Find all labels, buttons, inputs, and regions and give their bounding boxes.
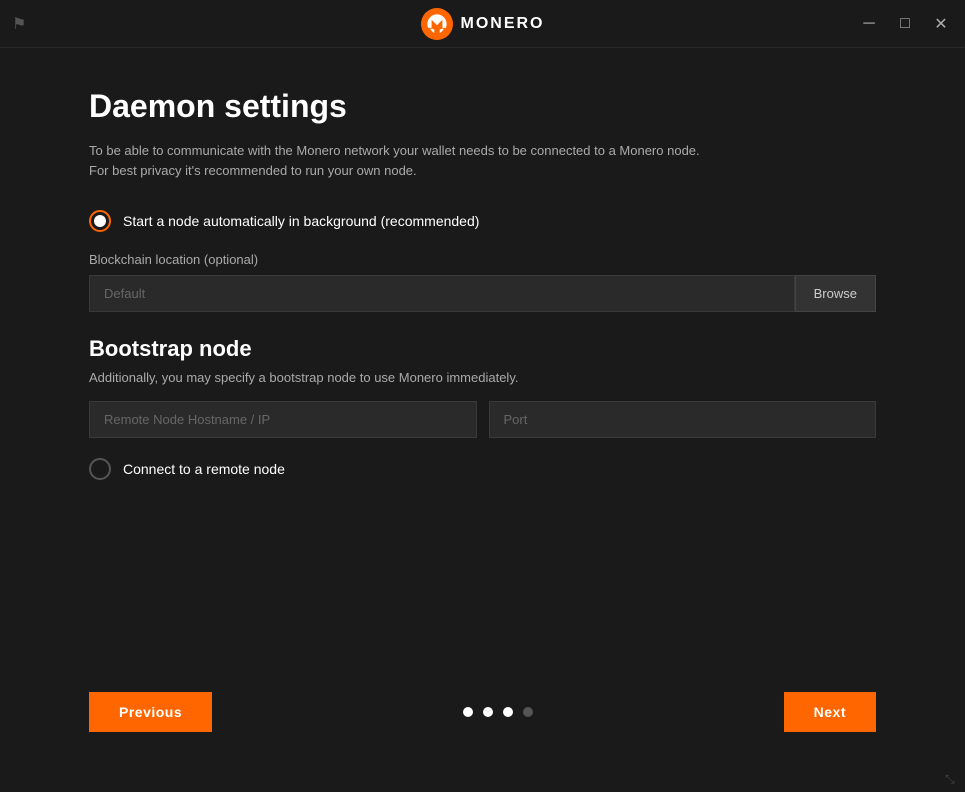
- blockchain-input-row: Browse: [89, 275, 876, 312]
- monero-logo-icon: [421, 8, 453, 40]
- pagination-dot-1: [463, 707, 473, 717]
- pagination-dots: [463, 707, 533, 717]
- blockchain-label: Blockchain location (optional): [89, 252, 876, 267]
- bootstrap-inputs: [89, 401, 876, 438]
- pagination-dot-2: [483, 707, 493, 717]
- radio-auto-node-circle[interactable]: [89, 210, 111, 232]
- flag-icon[interactable]: ⚑: [12, 14, 26, 34]
- resize-handle-icon[interactable]: ⤡: [945, 772, 961, 788]
- radio-remote-node-label: Connect to a remote node: [123, 461, 285, 477]
- blockchain-section: Blockchain location (optional) Browse: [89, 252, 876, 312]
- port-input[interactable]: [489, 401, 877, 438]
- page-title: Daemon settings: [89, 88, 876, 125]
- blockchain-location-input[interactable]: [89, 275, 795, 312]
- radio-auto-node-label: Start a node automatically in background…: [123, 213, 479, 229]
- radio-option-auto-node[interactable]: Start a node automatically in background…: [89, 210, 876, 232]
- main-content: Daemon settings To be able to communicat…: [0, 48, 965, 540]
- bootstrap-section: Bootstrap node Additionally, you may spe…: [89, 336, 876, 438]
- radio-remote-node-circle[interactable]: [89, 458, 111, 480]
- titlebar-logo: MONERO: [421, 8, 545, 40]
- app-title: MONERO: [461, 15, 545, 33]
- bootstrap-title: Bootstrap node: [89, 336, 876, 362]
- pagination-dot-3: [503, 707, 513, 717]
- description-line1: To be able to communicate with the Moner…: [89, 143, 700, 158]
- window-controls: ─ □ ✕: [857, 12, 953, 36]
- bootstrap-description: Additionally, you may specify a bootstra…: [89, 370, 876, 385]
- minimize-button[interactable]: ─: [857, 12, 881, 36]
- browse-button[interactable]: Browse: [795, 275, 876, 312]
- pagination-dot-4: [523, 707, 533, 717]
- titlebar: ⚑ MONERO ─ □ ✕: [0, 0, 965, 48]
- close-button[interactable]: ✕: [929, 12, 953, 36]
- previous-button[interactable]: Previous: [89, 692, 212, 732]
- navigation-bar: Previous Next: [89, 692, 876, 732]
- hostname-input[interactable]: [89, 401, 477, 438]
- next-button[interactable]: Next: [784, 692, 876, 732]
- maximize-button[interactable]: □: [893, 12, 917, 36]
- description-line2: For best privacy it's recommended to run…: [89, 163, 417, 178]
- radio-option-remote-node[interactable]: Connect to a remote node: [89, 458, 876, 480]
- page-description: To be able to communicate with the Moner…: [89, 141, 849, 180]
